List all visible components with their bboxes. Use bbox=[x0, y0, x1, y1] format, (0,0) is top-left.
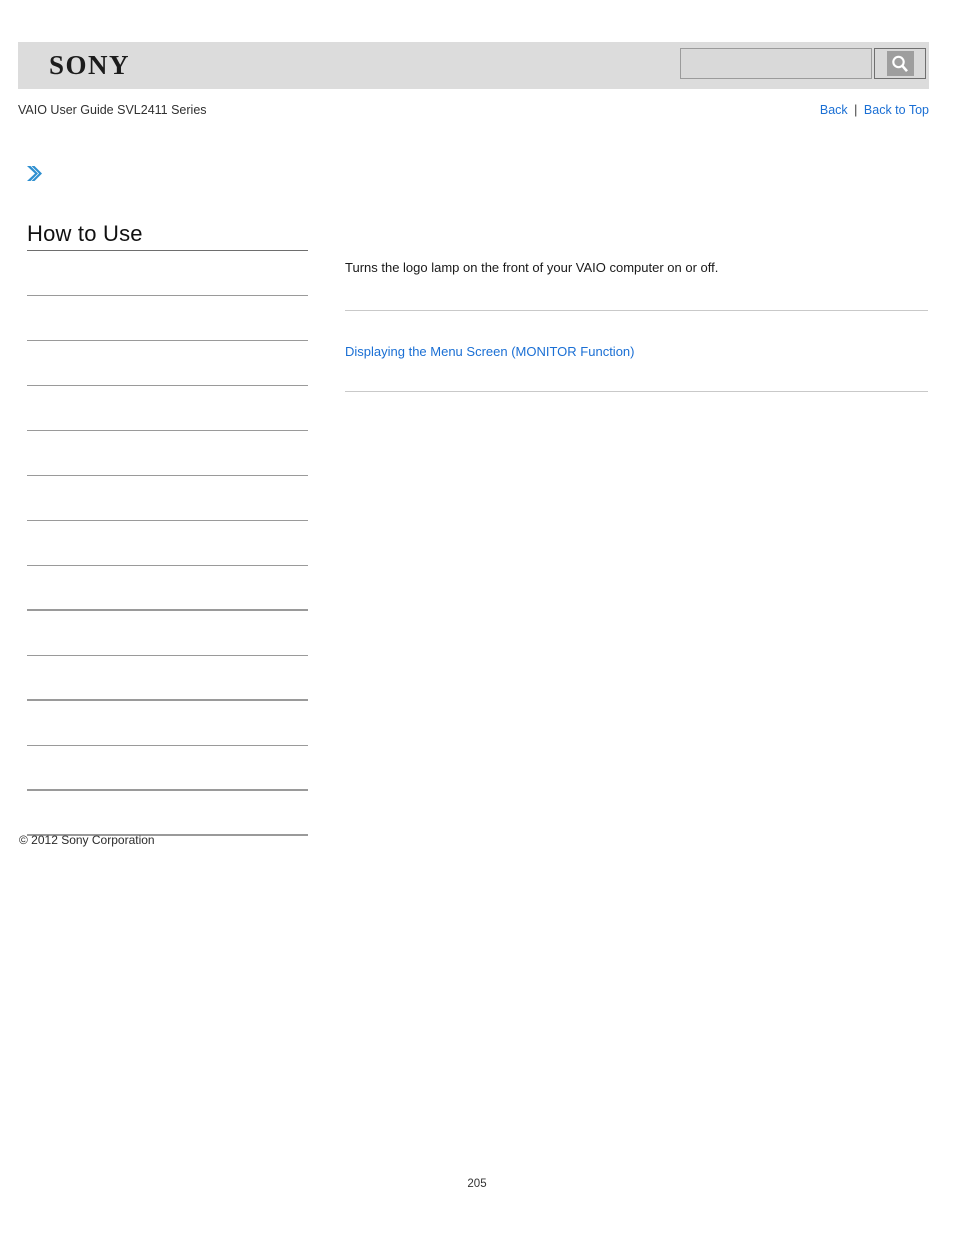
sidebar-item[interactable] bbox=[27, 566, 308, 611]
sidebar-item[interactable] bbox=[27, 251, 308, 296]
topic-description: Turns the logo lamp on the front of your… bbox=[345, 260, 719, 275]
main-content: Turns the logo lamp on the front of your… bbox=[345, 258, 928, 392]
search-group bbox=[680, 48, 926, 83]
search-input[interactable] bbox=[680, 48, 872, 79]
header-nav-links: Back | Back to Top bbox=[820, 101, 929, 119]
back-link[interactable]: Back bbox=[820, 103, 848, 117]
back-to-top-link[interactable]: Back to Top bbox=[864, 103, 929, 117]
sidebar-item[interactable] bbox=[27, 296, 308, 341]
sidebar-item[interactable] bbox=[27, 431, 308, 476]
sidebar-item[interactable] bbox=[27, 701, 308, 746]
sidebar-item[interactable] bbox=[27, 611, 308, 656]
sidebar-item[interactable] bbox=[27, 656, 308, 701]
sidebar-navigation: How to Use bbox=[27, 219, 308, 836]
related-topic-row: Displaying the Menu Screen (MONITOR Func… bbox=[345, 342, 928, 361]
chevron-right-icon bbox=[24, 161, 46, 187]
magnifier-icon bbox=[886, 51, 914, 76]
content-divider bbox=[345, 391, 928, 392]
sidebar-item[interactable] bbox=[27, 791, 308, 836]
sidebar-item[interactable] bbox=[27, 746, 308, 791]
document-page: SONY VAIO User Guide SVL2411 Series Back… bbox=[0, 0, 954, 1235]
sidebar-heading: How to Use bbox=[27, 219, 308, 251]
sidebar-item[interactable] bbox=[27, 476, 308, 521]
related-topic-link[interactable]: Displaying the Menu Screen (MONITOR Func… bbox=[345, 344, 634, 359]
guide-title: VAIO User Guide SVL2411 Series bbox=[18, 103, 207, 117]
sony-wordmark-logo: SONY bbox=[49, 50, 131, 80]
sidebar-item[interactable] bbox=[27, 341, 308, 386]
subheader-row: VAIO User Guide SVL2411 Series Back | Ba… bbox=[18, 101, 929, 119]
sidebar-item[interactable] bbox=[27, 521, 308, 566]
page-number: 205 bbox=[467, 1178, 487, 1190]
header-band: SONY bbox=[18, 42, 929, 89]
nav-separator: | bbox=[854, 103, 858, 117]
copyright-notice: © 2012 Sony Corporation bbox=[19, 833, 155, 847]
search-button[interactable] bbox=[874, 48, 926, 79]
sidebar-item[interactable] bbox=[27, 386, 308, 431]
